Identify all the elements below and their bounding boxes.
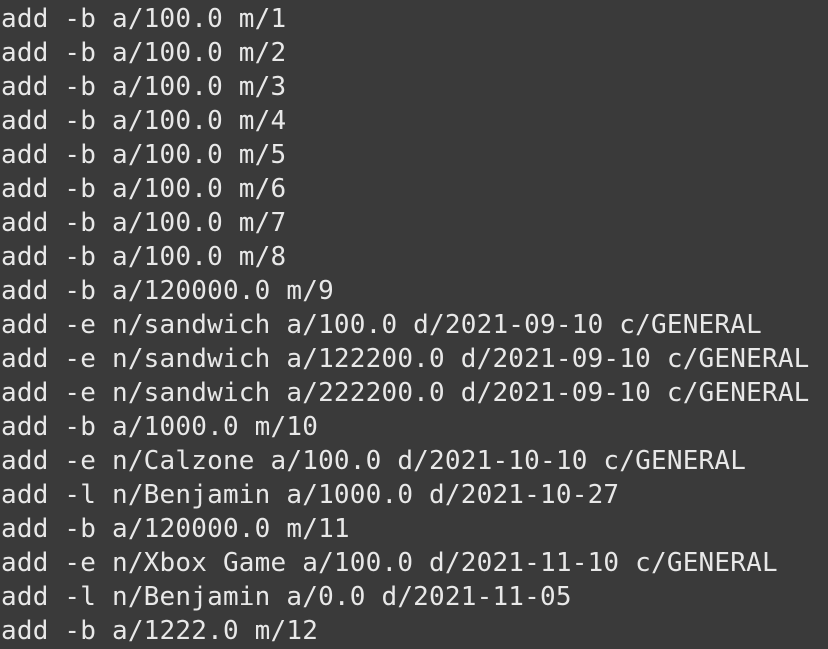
terminal-line: add -b a/100.0 m/4 [1, 106, 287, 136]
terminal-line: add -e n/Calzone a/100.0 d/2021-10-10 c/… [1, 446, 747, 476]
terminal-line: add -b a/100.0 m/5 [1, 140, 287, 170]
terminal-line: add -b a/120000.0 m/9 [1, 276, 334, 306]
terminal-line: add -b a/100.0 m/8 [1, 242, 287, 272]
terminal-output: add -b a/100.0 m/1 add -b a/100.0 m/2 ad… [0, 0, 828, 649]
terminal-line: add -b a/1222.0 m/12 [1, 616, 319, 646]
terminal-line: add -b a/100.0 m/2 [1, 38, 287, 68]
terminal-line: add -b a/100.0 m/6 [1, 174, 287, 204]
terminal-line: add -l n/Benjamin a/1000.0 d/2021-10-27 [1, 480, 620, 510]
terminal-line: add -b a/100.0 m/1 [1, 4, 287, 34]
terminal-line: add -b a/120000.0 m/11 [1, 514, 350, 544]
terminal-line: add -e n/sandwich a/222200.0 d/2021-09-1… [1, 378, 810, 408]
terminal-line: add -b a/100.0 m/3 [1, 72, 287, 102]
terminal-line: add -b a/1000.0 m/10 [1, 412, 319, 442]
terminal-line: add -e n/sandwich a/100.0 d/2021-09-10 c… [1, 310, 762, 340]
terminal-line: add -e n/sandwich a/122200.0 d/2021-09-1… [1, 344, 810, 374]
terminal-line: add -e n/Xbox Game a/100.0 d/2021-11-10 … [1, 548, 778, 578]
terminal-line: add -b a/100.0 m/7 [1, 208, 287, 238]
terminal-line: add -l n/Benjamin a/0.0 d/2021-11-05 [1, 582, 572, 612]
